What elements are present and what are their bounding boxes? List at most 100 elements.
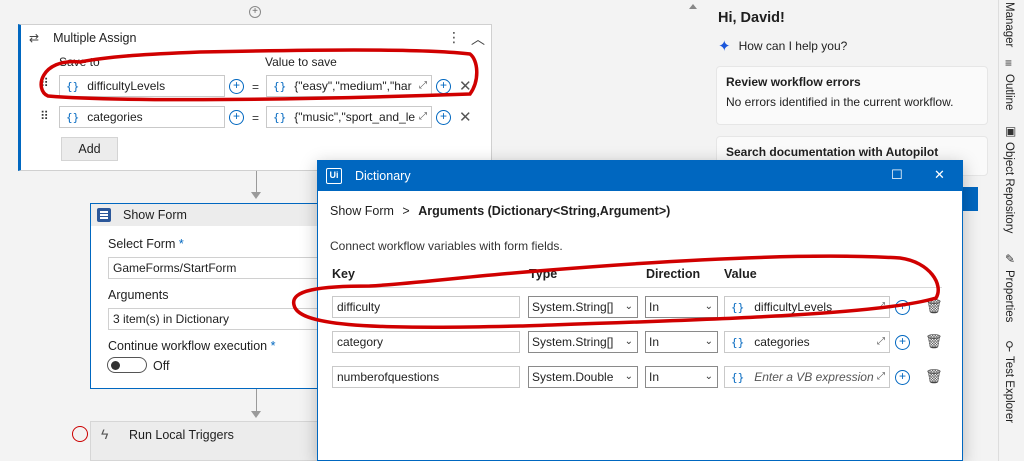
activity-title: Run Local Triggers [129,428,234,442]
expand-editor-icon[interactable]: ⤢ [419,80,427,91]
close-icon[interactable]: ✕ [934,167,945,183]
scroll-up-icon[interactable] [689,4,697,9]
help-prompt[interactable]: ✦ How can I help you? [718,37,847,55]
value-to-save-label: Value to save [265,55,337,69]
delete-row-trash-icon[interactable]: 🗑 [925,368,943,385]
value-text: categories [754,335,810,349]
expand-editor-icon[interactable]: ⤢ [877,336,885,347]
expand-editor-icon[interactable]: ⤢ [877,371,885,382]
continue-workflow-label: Continue workflow execution [108,339,268,353]
toggle-knob [111,360,120,370]
save-to-field[interactable]: {} categories [59,106,225,128]
save-to-label: Save to [59,55,100,69]
key-input[interactable]: numberofquestions [332,366,520,388]
dialog-description: Connect workflow variables with form fie… [330,239,563,253]
remove-row-close-icon[interactable]: ✕ [459,77,472,95]
add-variable-plus-icon[interactable]: + [436,79,451,94]
connector-arrow-icon [251,411,261,418]
multiple-assign-activity[interactable]: ⇄ Multiple Assign ⋮ ︿ Save to Value to s… [18,24,492,171]
breakpoint-icon[interactable] [72,426,88,442]
chevron-down-icon: ⌄ [704,301,713,312]
maximize-icon[interactable]: ☐ [891,167,903,183]
equals-sign: = [252,80,260,94]
object-repository-icon: ▣ [1005,124,1017,138]
header-divider [330,287,942,288]
type-value: System.String[] [532,335,614,349]
remove-row-close-icon[interactable]: ✕ [459,108,472,126]
expand-editor-icon[interactable]: ⤢ [877,301,885,312]
value-field[interactable]: {} {"easy","medium","har ⤢ [266,75,432,97]
add-variable-plus-icon[interactable]: + [895,335,910,350]
tab-object-repository[interactable]: Object Repository [1003,142,1015,233]
type-value: System.Double [532,370,614,384]
key-input[interactable]: difficulty [332,296,520,318]
chevron-down-icon: ⌄ [624,336,633,347]
value-input[interactable]: {} Enter a VB expression ⤢ [724,366,890,388]
card-title: Review workflow errors [726,75,861,89]
value-input[interactable]: {} categories ⤢ [724,331,890,353]
activity-header: Show Form [91,204,329,226]
toggle-state-text: Off [153,359,170,373]
connector-arrow-icon [251,192,261,199]
add-activity-plus-icon[interactable]: + [249,6,261,18]
card-title: Search documentation with Autopilot [726,145,939,159]
more-options-icon[interactable]: ⋮ [447,29,461,49]
type-value: System.String[] [532,300,614,314]
direction-select[interactable]: In ⌄ [645,296,718,318]
connector-line [256,389,257,413]
add-variable-plus-icon[interactable]: + [895,370,910,385]
required-mark: * [178,237,184,251]
tab-manager[interactable]: Manager [1003,2,1015,47]
direction-value: In [649,300,660,314]
tab-outline[interactable]: Outline [1003,74,1015,110]
drag-handle-icon[interactable]: ⠿ [40,77,50,89]
properties-wrench-icon: ✎ [1005,252,1016,266]
breadcrumb-root[interactable]: Show Form [330,204,394,218]
add-variable-plus-icon[interactable]: + [436,110,451,125]
breadcrumb-separator: > [402,204,410,218]
delete-row-trash-icon[interactable]: 🗑 [925,298,943,315]
column-header-key: Key [332,267,355,281]
help-prompt-text: How can I help you? [738,39,848,53]
direction-select[interactable]: In ⌄ [645,366,718,388]
select-form-input[interactable]: GameForms/StartForm [108,257,330,279]
dialog-title-bar[interactable]: Ui Dictionary [318,161,962,191]
activity-header: ⇄ Multiple Assign [21,25,491,51]
review-errors-card[interactable]: Review workflow errors No errors identif… [716,66,988,125]
delete-row-trash-icon[interactable]: 🗑 [925,333,943,350]
run-local-triggers-activity[interactable]: ϟ Run Local Triggers [90,421,330,461]
collapse-icon[interactable]: ︿ [471,29,485,49]
direction-value: In [649,370,660,384]
save-to-field[interactable]: {} difficultyLevels [59,75,225,97]
breadcrumb-current: Arguments (Dictionary<String,Argument>) [418,204,671,218]
chevron-down-icon: ⌄ [704,371,713,382]
drag-handle-icon[interactable]: ⠿ [40,110,50,122]
continue-workflow-toggle[interactable] [107,357,147,373]
key-input[interactable]: category [332,331,520,353]
brace-icon: {} [731,300,745,314]
value-input[interactable]: {} difficultyLevels ⤢ [724,296,890,318]
add-variable-plus-icon[interactable]: + [895,300,910,315]
connector-line [256,171,257,193]
add-variable-plus-icon[interactable]: + [229,110,244,125]
add-variable-plus-icon[interactable]: + [229,79,244,94]
test-explorer-icon: ⚲ [1005,339,1014,353]
direction-select[interactable]: In ⌄ [645,331,718,353]
card-text: No errors identified in the current work… [726,95,954,109]
sparkle-icon: ✦ [718,38,731,55]
expand-editor-icon[interactable]: ⤢ [419,111,427,122]
type-select[interactable]: System.String[] ⌄ [528,331,638,353]
side-tabs: Manager ≡ Outline ▣ Object Repository ✎ … [998,0,1024,461]
tab-properties[interactable]: Properties [1003,270,1015,322]
trigger-bolt-icon: ϟ [101,426,109,442]
add-button[interactable]: Add [61,137,118,161]
activity-title: Multiple Assign [53,31,137,45]
value-field[interactable]: {} {"music","sport_and_le ⤢ [266,106,432,128]
type-select[interactable]: System.String[] ⌄ [528,296,638,318]
chevron-down-icon: ⌄ [624,371,633,382]
tab-test-explorer[interactable]: Test Explorer [1003,356,1015,423]
form-icon [97,208,111,222]
type-select[interactable]: System.Double ⌄ [528,366,638,388]
chevron-down-icon: ⌄ [624,301,633,312]
arguments-input[interactable]: 3 item(s) in Dictionary [108,308,330,330]
